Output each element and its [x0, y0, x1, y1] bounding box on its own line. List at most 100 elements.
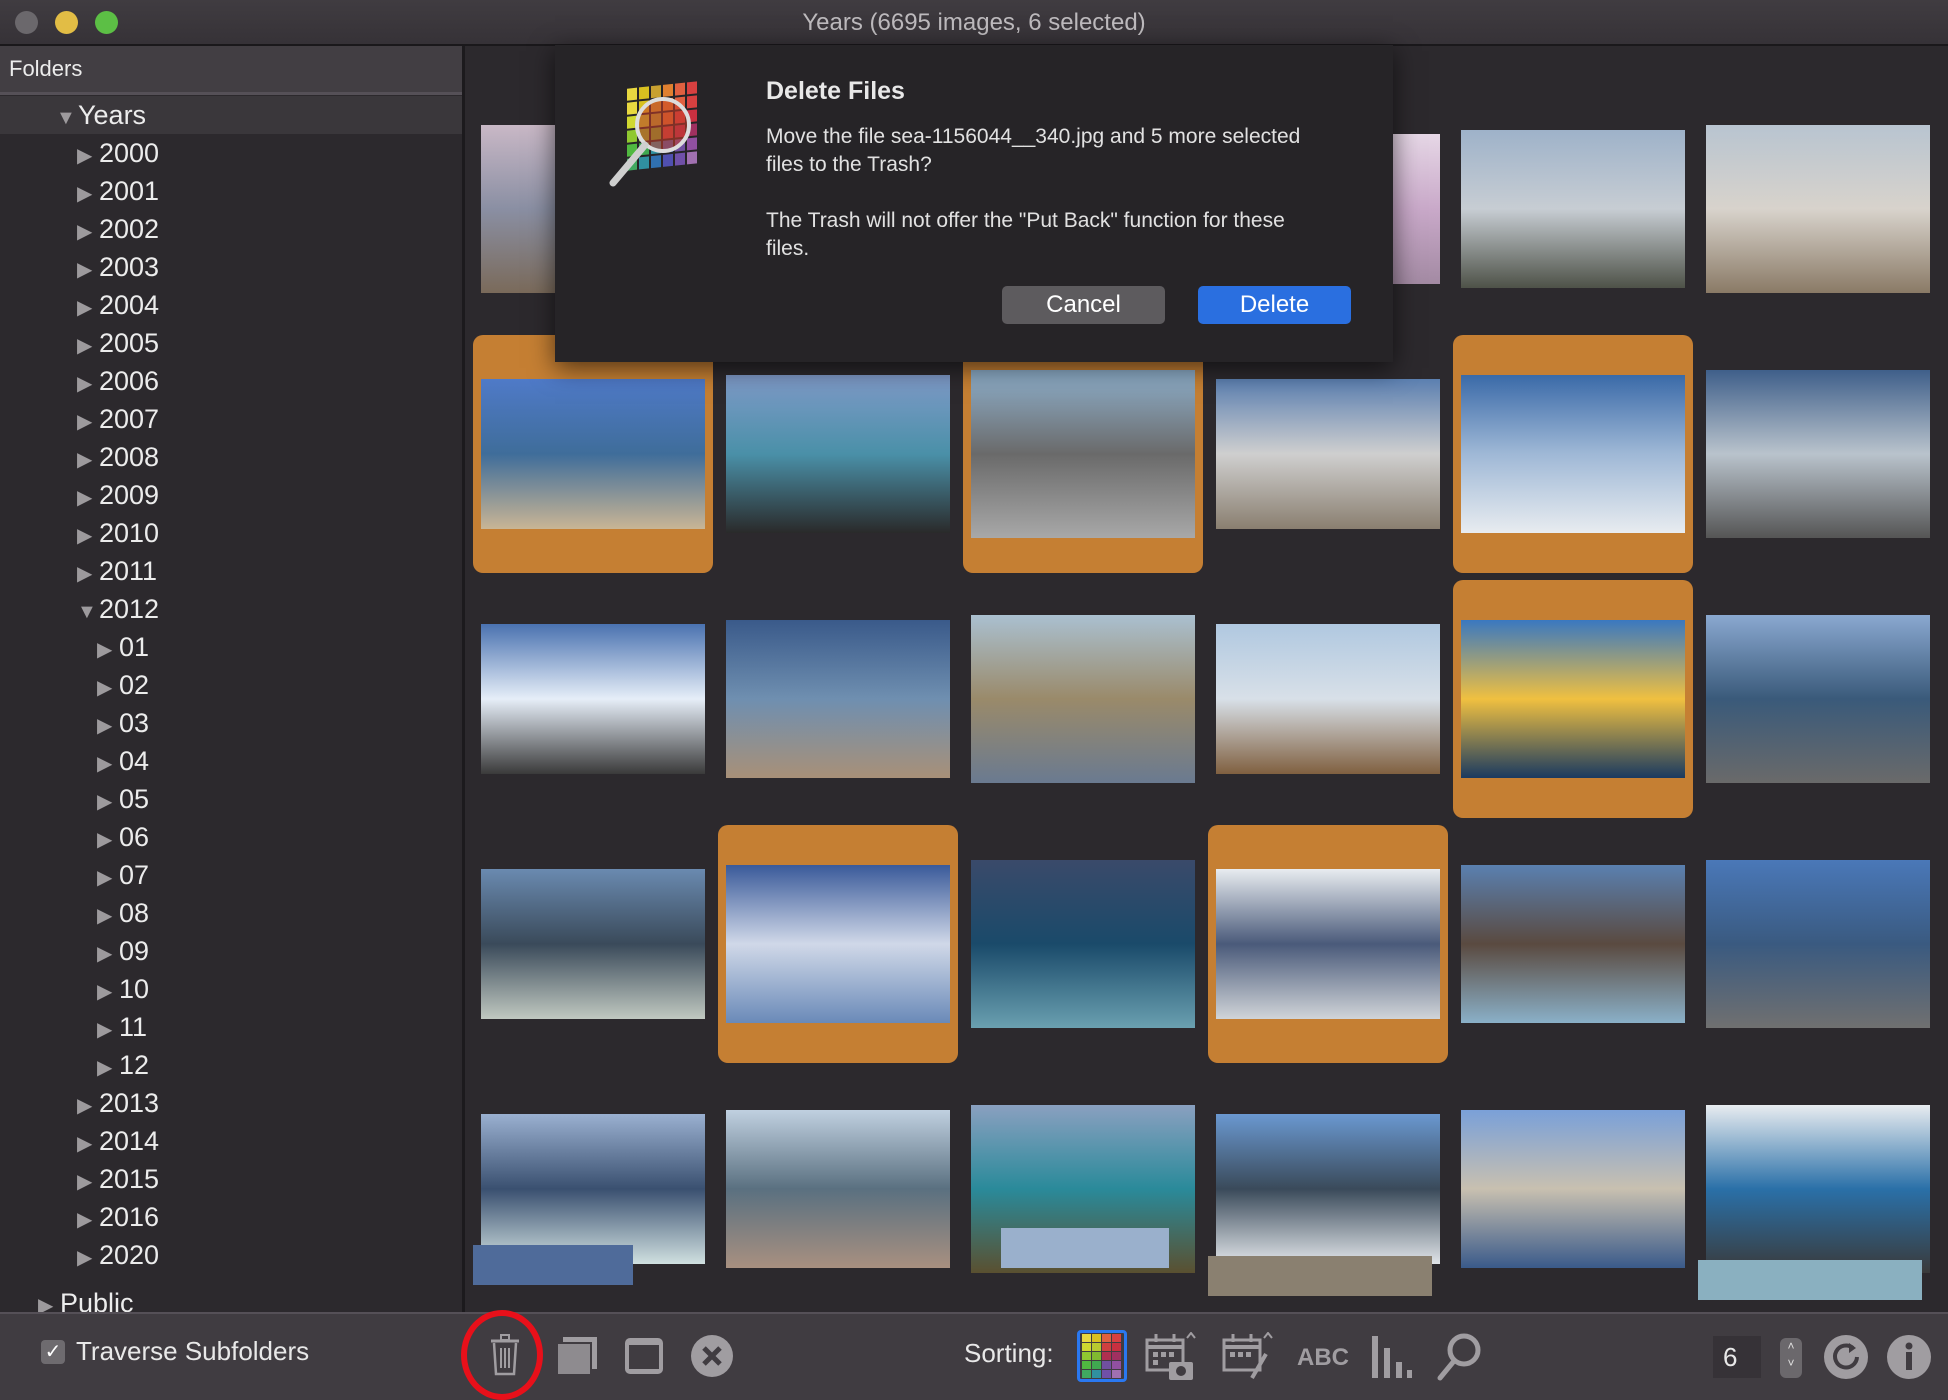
- disclosure-collapsed-icon[interactable]: ▶: [77, 517, 99, 555]
- tree-item[interactable]: ▶ 2010: [0, 514, 462, 552]
- disclosure-collapsed-icon[interactable]: ▶: [77, 1201, 99, 1239]
- thumbnail-cell[interactable]: [963, 1070, 1203, 1308]
- tree-item[interactable]: ▼Years: [0, 96, 462, 134]
- tree-item[interactable]: ▶ 10: [0, 970, 462, 1008]
- window-icon[interactable]: [624, 1336, 664, 1376]
- thumbnail-cell-selected[interactable]: [1453, 335, 1693, 573]
- thumbnail-cell[interactable]: [963, 825, 1203, 1063]
- tree-item[interactable]: ▶ 2007: [0, 400, 462, 438]
- thumbnail-cell-selected[interactable]: [1453, 580, 1693, 818]
- thumbnail-cell[interactable]: [1453, 825, 1693, 1063]
- disclosure-collapsed-icon[interactable]: ▶: [77, 1163, 99, 1201]
- disclosure-collapsed-icon[interactable]: ▶: [97, 973, 119, 1011]
- disclosure-collapsed-icon[interactable]: ▶: [77, 1125, 99, 1163]
- cancel-button[interactable]: Cancel: [1002, 286, 1165, 324]
- tree-item[interactable]: ▶ 01: [0, 628, 462, 666]
- stack-icon[interactable]: [555, 1334, 599, 1378]
- thumbnail-cell[interactable]: [473, 580, 713, 818]
- disclosure-collapsed-icon[interactable]: ▶: [97, 1011, 119, 1049]
- trash-icon[interactable]: [487, 1332, 523, 1378]
- tree-item[interactable]: ▶ 02: [0, 666, 462, 704]
- disclosure-collapsed-icon[interactable]: ▶: [77, 327, 99, 365]
- tree-item[interactable]: ▶ 2003: [0, 248, 462, 286]
- close-circle-icon[interactable]: [690, 1334, 734, 1378]
- thumbnail-cell[interactable]: [718, 335, 958, 573]
- disclosure-expanded-icon[interactable]: ▼: [77, 593, 99, 631]
- disclosure-collapsed-icon[interactable]: ▶: [97, 745, 119, 783]
- disclosure-collapsed-icon[interactable]: ▶: [77, 555, 99, 593]
- disclosure-collapsed-icon[interactable]: ▶: [97, 631, 119, 669]
- tree-item[interactable]: ▶ 07: [0, 856, 462, 894]
- disclosure-collapsed-icon[interactable]: ▶: [97, 859, 119, 897]
- thumbnail-cell[interactable]: [1208, 580, 1448, 818]
- tree-item[interactable]: ▶ 12: [0, 1046, 462, 1084]
- thumb-count-stepper[interactable]: ˄ ˅: [1780, 1338, 1802, 1378]
- disclosure-collapsed-icon[interactable]: ▶: [77, 1239, 99, 1277]
- tree-item[interactable]: ▶ 2005: [0, 324, 462, 362]
- thumbnail-cell[interactable]: [1453, 90, 1693, 328]
- tree-item[interactable]: ▶ 08: [0, 894, 462, 932]
- thumbnail-cell[interactable]: [1698, 335, 1938, 573]
- thumbnail-cell[interactable]: [718, 1070, 958, 1308]
- disclosure-collapsed-icon[interactable]: ▶: [77, 289, 99, 327]
- disclosure-collapsed-icon[interactable]: ▶: [77, 213, 99, 251]
- tree-item[interactable]: ▶ 2014: [0, 1122, 462, 1160]
- tree-item[interactable]: ▶ 2009: [0, 476, 462, 514]
- disclosure-collapsed-icon[interactable]: ▶: [77, 441, 99, 479]
- delete-button[interactable]: Delete: [1198, 286, 1351, 324]
- thumbnail-cell[interactable]: [1208, 335, 1448, 573]
- thumbnail-cell[interactable]: [1698, 90, 1938, 328]
- disclosure-collapsed-icon[interactable]: ▶: [97, 821, 119, 859]
- thumbnail-cell[interactable]: [1698, 580, 1938, 818]
- disclosure-collapsed-icon[interactable]: ▶: [97, 669, 119, 707]
- tree-item[interactable]: ▼2012: [0, 590, 462, 628]
- tree-item[interactable]: ▶ 2002: [0, 210, 462, 248]
- thumbnail-cell-selected[interactable]: [718, 825, 958, 1063]
- tree-item[interactable]: ▶ 2016: [0, 1198, 462, 1236]
- thumbnail-cell[interactable]: [1453, 1070, 1693, 1308]
- thumbnail-cell[interactable]: [1698, 825, 1938, 1063]
- disclosure-collapsed-icon[interactable]: ▶: [77, 137, 99, 175]
- disclosure-collapsed-icon[interactable]: ▶: [77, 175, 99, 213]
- tree-item[interactable]: ▶ 04: [0, 742, 462, 780]
- disclosure-expanded-icon[interactable]: ▼: [56, 99, 78, 137]
- disclosure-collapsed-icon[interactable]: ▶: [77, 365, 99, 403]
- tree-item[interactable]: ▶ 2015: [0, 1160, 462, 1198]
- bar-chart-icon[interactable]: [1370, 1334, 1414, 1380]
- traverse-subfolders-checkbox[interactable]: ✓: [41, 1340, 65, 1364]
- thumbnail-cell-selected[interactable]: [1208, 825, 1448, 1063]
- tree-item[interactable]: ▶ 2008: [0, 438, 462, 476]
- tree-item[interactable]: ▶ 03: [0, 704, 462, 742]
- disclosure-collapsed-icon[interactable]: ▶: [97, 897, 119, 935]
- tree-item[interactable]: ▶ 2013: [0, 1084, 462, 1122]
- tree-item[interactable]: ▶ 06: [0, 818, 462, 856]
- thumb-count-field[interactable]: 6: [1713, 1336, 1761, 1378]
- tree-item[interactable]: ▶ 2006: [0, 362, 462, 400]
- tree-item[interactable]: ▶ 05: [0, 780, 462, 818]
- tree-item[interactable]: ▶ 2001: [0, 172, 462, 210]
- tree-item[interactable]: ▶ 09: [0, 932, 462, 970]
- disclosure-collapsed-icon[interactable]: ▶: [97, 935, 119, 973]
- disclosure-collapsed-icon[interactable]: ▶: [97, 707, 119, 745]
- sort-by-color-button[interactable]: [1077, 1330, 1127, 1382]
- disclosure-collapsed-icon[interactable]: ▶: [97, 783, 119, 821]
- disclosure-collapsed-icon[interactable]: ▶: [77, 251, 99, 289]
- info-icon[interactable]: [1886, 1334, 1932, 1380]
- thumbnail-cell[interactable]: [718, 580, 958, 818]
- thumbnail-cell-selected[interactable]: [963, 335, 1203, 573]
- tree-item[interactable]: ▶ 2011: [0, 552, 462, 590]
- disclosure-collapsed-icon[interactable]: ▶: [77, 403, 99, 441]
- tree-item[interactable]: ▶ 11: [0, 1008, 462, 1046]
- tree-item[interactable]: ▶ 2004: [0, 286, 462, 324]
- thumbnail-cell[interactable]: [473, 825, 713, 1063]
- disclosure-collapsed-icon[interactable]: ▶: [77, 1087, 99, 1125]
- calendar-edit-icon[interactable]: [1222, 1332, 1278, 1382]
- disclosure-collapsed-icon[interactable]: ▶: [77, 479, 99, 517]
- tree-item[interactable]: ▶ 2020: [0, 1236, 462, 1274]
- calendar-camera-icon[interactable]: [1145, 1332, 1201, 1382]
- abc-icon[interactable]: ABC: [1295, 1338, 1351, 1378]
- refresh-icon[interactable]: [1823, 1334, 1869, 1380]
- tree-item[interactable]: ▶ 2000: [0, 134, 462, 172]
- disclosure-collapsed-icon[interactable]: ▶: [97, 1049, 119, 1087]
- thumbnail-cell-selected[interactable]: [473, 335, 713, 573]
